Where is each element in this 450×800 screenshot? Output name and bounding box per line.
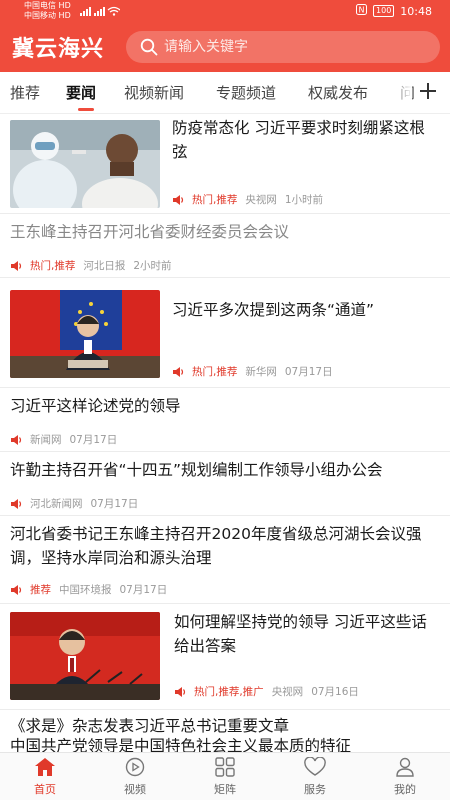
- news-source: 新华网: [245, 366, 277, 378]
- news-meta: 热门,推荐 河北日报 2小时前: [10, 258, 172, 273]
- search-input[interactable]: [164, 39, 440, 55]
- speaker-icon[interactable]: [174, 686, 186, 697]
- status-bar: 中国电信 HD 中国移动 HD N 100 10:48: [0, 0, 450, 22]
- news-item[interactable]: 习近平多次提到这两条“通道” 热门,推荐 新华网 07月17日: [0, 278, 450, 388]
- clock: 10:48: [400, 4, 432, 18]
- carrier-labels: 中国电信 HD 中国移动 HD: [24, 1, 71, 21]
- tabs-fade: [390, 72, 412, 112]
- news-meta: 新闻网 07月17日: [10, 432, 117, 447]
- active-tab-indicator: [78, 108, 94, 111]
- home-icon: [34, 757, 56, 781]
- news-feed: 防疫常态化 习近平要求时刻绷紧这根弦 热门,推荐 央视网 1小时前 王东峰主持召…: [0, 114, 450, 752]
- tab-topics[interactable]: 专题频道: [216, 82, 276, 103]
- signal-icon: [80, 5, 121, 19]
- tab-official-release[interactable]: 权威发布: [308, 82, 368, 103]
- news-tag: 热门,推荐: [30, 260, 76, 272]
- news-tag: 热门,推荐: [192, 194, 238, 206]
- news-meta: 热门,推荐 央视网 1小时前: [172, 192, 323, 207]
- speaker-icon[interactable]: [10, 498, 22, 509]
- nav-video[interactable]: 视频: [90, 753, 180, 800]
- news-item[interactable]: 王东峰主持召开河北省委财经委员会会议 热门,推荐 河北日报 2小时前: [0, 214, 450, 278]
- grid-icon: [214, 756, 236, 781]
- nav-service-label: 服务: [304, 782, 326, 796]
- carrier-1-badge: HD: [58, 1, 71, 10]
- carrier-2: 中国移动: [24, 11, 56, 20]
- nfc-icon: N: [356, 4, 368, 18]
- news-title[interactable]: 习近平多次提到这两条“通道”: [172, 298, 440, 322]
- news-item[interactable]: 《求是》杂志发表习近平总书记重要文章 中国共产党领导是中国特色社会主义最本质的特…: [0, 710, 450, 752]
- nav-profile-label: 我的: [394, 782, 416, 796]
- news-item[interactable]: 河北省委书记王东峰主持召开2020年度省级总河湖长会议强调，坚持水岸同治和源头治…: [0, 516, 450, 604]
- news-item[interactable]: 如何理解坚持党的领导 习近平这些话给出答案 热门,推荐,推广 央视网 07月16…: [0, 604, 450, 710]
- nav-video-label: 视频: [124, 782, 146, 796]
- svg-text:N: N: [359, 6, 365, 15]
- heart-icon: [303, 755, 327, 781]
- news-tag: 推荐: [30, 584, 51, 596]
- tab-video-news[interactable]: 视频新闻: [124, 82, 184, 103]
- user-icon: [394, 757, 416, 781]
- news-time: 07月17日: [69, 434, 118, 446]
- news-title[interactable]: 许勤主持召开省“十四五”规划编制工作领导小组办公会: [10, 458, 440, 482]
- news-title[interactable]: 河北省委书记王东峰主持召开2020年度省级总河湖长会议强调，坚持水岸同治和源头治…: [10, 522, 440, 570]
- add-channel-icon[interactable]: [416, 78, 440, 104]
- news-thumbnail-meeting: [10, 290, 160, 378]
- news-title-line2[interactable]: 中国共产党领导是中国特色社会主义最本质的特征: [10, 734, 440, 752]
- battery-indicator: 100: [373, 5, 395, 17]
- speaker-icon[interactable]: [172, 194, 184, 205]
- app-header: 冀云海兴: [0, 22, 450, 72]
- news-source: 央视网: [245, 194, 277, 206]
- news-source: 河北新闻网: [30, 498, 83, 510]
- speaker-icon[interactable]: [172, 366, 184, 377]
- nav-home-label: 首页: [34, 782, 56, 796]
- news-meta: 热门,推荐,推广 央视网 07月16日: [174, 684, 359, 699]
- news-item[interactable]: 许勤主持召开省“十四五”规划编制工作领导小组办公会 河北新闻网 07月17日: [0, 452, 450, 516]
- news-source: 新闻网: [30, 434, 62, 446]
- news-time: 1小时前: [284, 194, 324, 206]
- news-source: 央视网: [271, 686, 304, 698]
- news-meta: 热门,推荐 新华网 07月17日: [172, 364, 333, 379]
- news-time: 07月17日: [284, 366, 333, 378]
- news-time: 07月17日: [90, 498, 139, 510]
- app-title: 冀云海兴: [12, 37, 105, 62]
- news-time: 07月17日: [119, 584, 168, 596]
- news-source: 河北日报: [83, 260, 126, 272]
- news-title[interactable]: 如何理解坚持党的领导 习近平这些话给出答案: [174, 610, 440, 658]
- nav-home[interactable]: 首页: [0, 753, 90, 800]
- news-time: 07月16日: [311, 686, 359, 698]
- speaker-icon[interactable]: [10, 434, 22, 445]
- speaker-icon[interactable]: [10, 584, 22, 595]
- nav-matrix-label: 矩阵: [214, 782, 236, 796]
- news-source: 中国环境报: [59, 584, 112, 596]
- carrier-2-badge: HD: [58, 11, 71, 20]
- nav-service[interactable]: 服务: [270, 753, 360, 800]
- news-title[interactable]: 习近平这样论述党的领导: [10, 394, 440, 418]
- channel-tabs: 推荐 要闻 视频新闻 专题频道 权威发布 问: [0, 72, 450, 114]
- news-item[interactable]: 习近平这样论述党的领导 新闻网 07月17日: [0, 388, 450, 452]
- speaker-icon[interactable]: [10, 260, 22, 271]
- nav-profile[interactable]: 我的: [360, 753, 450, 800]
- news-tag: 热门,推荐: [192, 366, 238, 378]
- news-title[interactable]: 王东峰主持召开河北省委财经委员会会议: [10, 220, 440, 244]
- tab-headlines[interactable]: 要闻: [66, 82, 96, 103]
- news-item[interactable]: 防疫常态化 习近平要求时刻绷紧这根弦 热门,推荐 央视网 1小时前: [0, 114, 450, 214]
- bottom-nav: 首页 视频 矩阵 服务 我的: [0, 752, 450, 800]
- news-time: 2小时前: [133, 260, 172, 272]
- search-icon[interactable]: [134, 31, 164, 63]
- news-meta: 河北新闻网 07月17日: [10, 496, 138, 511]
- news-meta: 推荐 中国环境报 07月17日: [10, 582, 167, 597]
- carrier-1: 中国电信: [24, 1, 56, 10]
- news-thumbnail-speech: [10, 612, 160, 700]
- news-tag: 热门,推荐,推广: [194, 686, 264, 698]
- news-thumbnail-epidemic: [10, 120, 160, 208]
- search-bar[interactable]: [126, 31, 440, 63]
- nav-matrix[interactable]: 矩阵: [180, 753, 270, 800]
- tab-recommend[interactable]: 推荐: [10, 82, 40, 103]
- news-title[interactable]: 防疫常态化 习近平要求时刻绷紧这根弦: [172, 116, 440, 164]
- play-icon: [124, 757, 146, 781]
